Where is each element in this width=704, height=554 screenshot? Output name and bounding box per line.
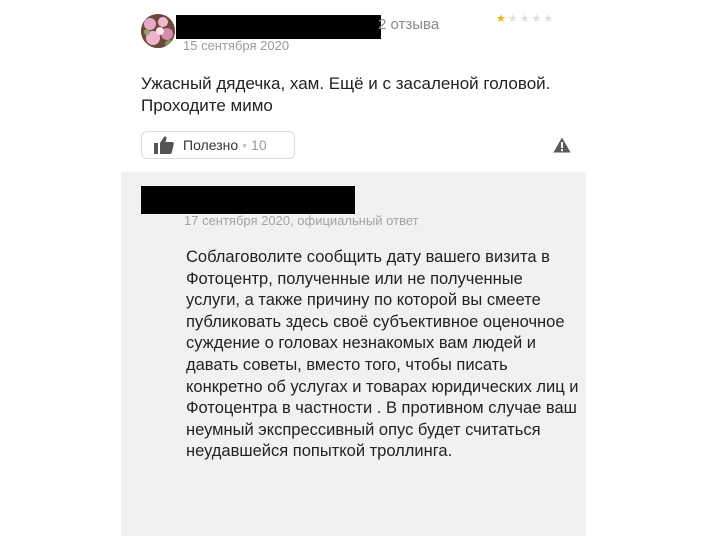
helpful-button[interactable]: Полезно • 10 — [141, 131, 295, 159]
redacted-author-name — [176, 15, 381, 39]
official-reply: 17 сентября 2020, официальный ответ Собл… — [121, 172, 586, 536]
avatar[interactable] — [141, 14, 175, 48]
star-empty-icon: ★ — [543, 13, 554, 25]
thumbs-up-icon — [154, 136, 174, 154]
star-empty-icon: ★ — [519, 13, 530, 25]
star-rating: ★ ★ ★ ★ ★ — [496, 14, 553, 25]
author-review-count[interactable]: 2 отзыва — [378, 16, 439, 33]
star-empty-icon: ★ — [531, 13, 542, 25]
review-card: 2 отзыва 15 сентября 2020 ★ ★ ★ ★ ★ Ужасный … — [0, 0, 704, 554]
redacted-reply-author — [141, 186, 355, 214]
review-text: Ужасный дядечка, хам. Ещё и с засаленой … — [141, 74, 551, 115]
helpful-label: Полезно — [183, 137, 239, 153]
reply-meta: 17 сентября 2020, официальный ответ — [184, 213, 419, 228]
helpful-count: 10 — [251, 137, 267, 153]
star-filled-icon: ★ — [496, 13, 506, 25]
star-empty-icon: ★ — [507, 13, 518, 25]
reply-text: Соблаговолите сообщить дату вашего визит… — [186, 248, 579, 461]
review-date: 15 сентября 2020 — [183, 38, 290, 53]
helpful-separator: • — [242, 137, 248, 153]
warning-icon[interactable] — [553, 137, 571, 153]
